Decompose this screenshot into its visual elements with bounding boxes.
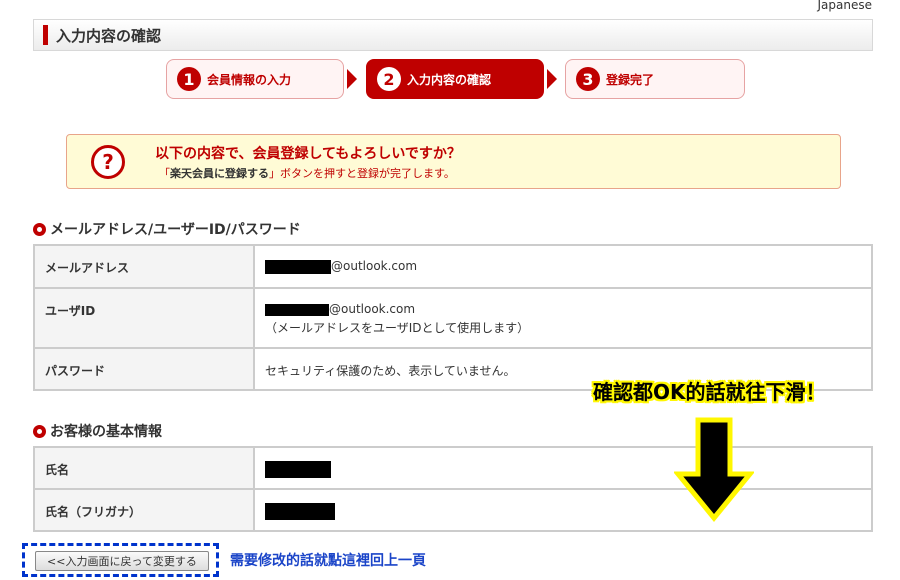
step-1: 1 会員情報の入力 [166,59,344,99]
name-label: 氏名 [33,446,255,490]
email-domain: @outlook.com [331,259,418,273]
redacted-block [265,303,329,316]
userid-note: （メールアドレスをユーザIDとして使用します） [265,321,530,335]
redacted-block [265,503,335,520]
page-title: 入力内容の確認 [56,27,162,45]
question-icon: ? [91,145,125,179]
step-1-number: 1 [177,67,201,91]
desc-prefix: 「 [159,167,170,180]
email-value: @outlook.com [253,244,873,289]
basic-section-title: お客様の基本情報 [33,421,162,441]
step-3-number: 3 [576,67,600,91]
step-3-label: 登録完了 [606,72,655,87]
account-section-label: メールアドレス/ユーザーID/パスワード [50,222,301,238]
scroll-hint-annotation: 確認都OK的話就往下滑！ [593,380,826,404]
basic-section-label: お客様の基本情報 [50,424,162,440]
header-accent-bar [43,25,48,45]
desc-suffix: 」ボタンを押すと登録が完了します。 [269,167,455,180]
back-button-highlight: <<入力画面に戻って変更する [22,543,219,577]
password-label: パスワード [33,347,255,391]
language-link[interactable]: Japanese [818,0,873,12]
account-table: メールアドレス @outlook.com ユーザID @outlook.com … [33,244,873,391]
furigana-value [253,488,873,532]
desc-button-name: 楽天会員に登録する [170,167,269,180]
furigana-label: 氏名（フリガナ） [33,488,255,532]
table-row: ユーザID @outlook.com （メールアドレスをユーザIDとして使用しま… [33,287,873,349]
step-arrow-icon [347,69,357,89]
redacted-block [265,259,331,274]
step-arrow-icon [547,69,557,89]
bullet-icon [33,424,46,438]
down-arrow-icon [674,417,754,522]
redacted-block [265,461,331,478]
confirm-notice: ? 以下の内容で、会員登録してもよろしいですか？ 「楽天会員に登録する」ボタンを… [66,134,841,189]
userid-domain: @outlook.com [329,302,416,316]
step-2-label: 入力内容の確認 [407,72,492,87]
table-row: メールアドレス @outlook.com [33,244,873,289]
userid-value: @outlook.com （メールアドレスをユーザIDとして使用します） [253,287,873,349]
progress-steps: 1 会員情報の入力 2 入力内容の確認 3 登録完了 [166,59,746,99]
email-label: メールアドレス [33,244,255,289]
page-header: 入力内容の確認 [33,19,873,51]
name-value [253,446,873,490]
step-2: 2 入力内容の確認 [366,59,544,99]
back-to-input-button[interactable]: <<入力画面に戻って変更する [35,551,209,571]
step-3: 3 登録完了 [565,59,745,99]
confirm-description: 「楽天会員に登録する」ボタンを押すと登録が完了します。 [159,165,455,181]
userid-label: ユーザID [33,287,255,349]
bullet-icon [33,222,46,236]
back-hint-annotation: 需要修改的話就點這裡回上一頁 [230,553,426,569]
step-1-label: 会員情報の入力 [207,72,292,87]
step-2-number: 2 [377,67,401,91]
account-section-title: メールアドレス/ユーザーID/パスワード [33,219,301,239]
confirm-title: 以下の内容で、会員登録してもよろしいですか？ [155,146,461,162]
